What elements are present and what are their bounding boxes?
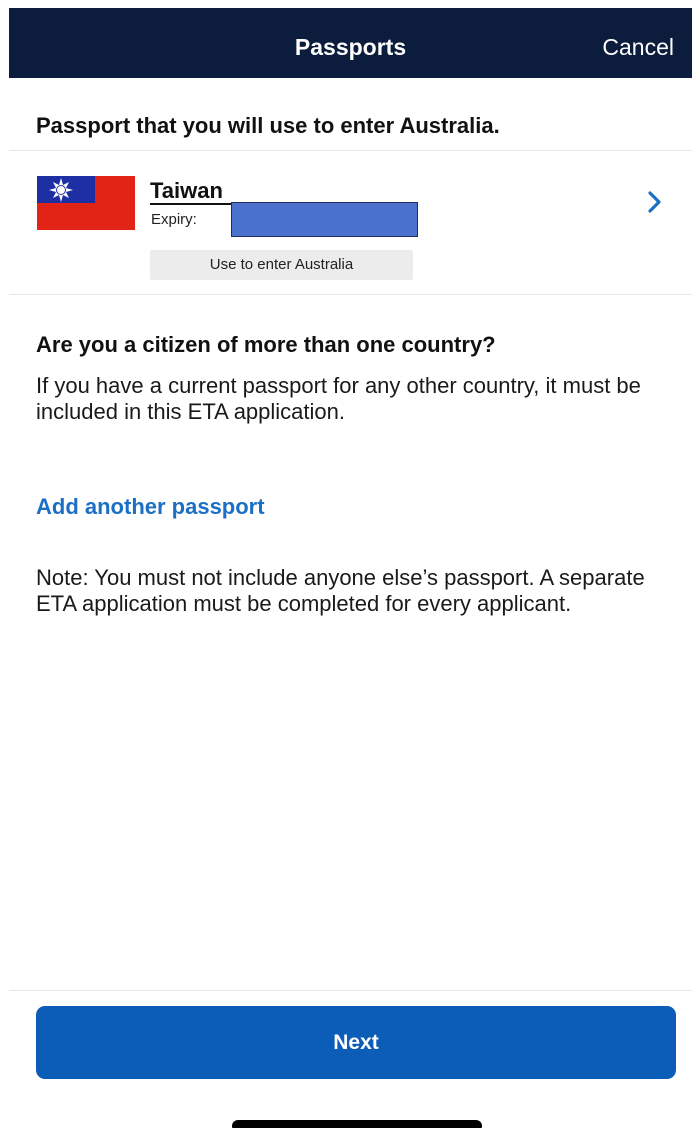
page-title: Passports [294,34,407,60]
expiry-redaction-box [231,202,418,237]
cancel-button[interactable]: Cancel [602,8,674,78]
passport-country-name: Taiwan [150,178,223,203]
expiry-label: Expiry: [151,211,197,228]
divider [9,294,692,295]
passports-screen: Passports Cancel Passport that you will … [0,0,692,1128]
use-to-enter-badge: Use to enter Australia [150,250,413,280]
divider [9,990,692,991]
home-indicator [232,1120,482,1128]
add-another-passport-link[interactable]: Add another passport [36,494,265,520]
chevron-right-icon [648,191,661,213]
note-text: Note: You must not include anyone else’s… [36,565,645,616]
passport-section-heading: Passport that you will use to enter Aust… [36,113,500,138]
passport-list-item[interactable]: Taiwan Expiry: Use to enter Australia [9,151,692,293]
next-button[interactable]: Next [36,1006,676,1079]
citizenship-body-text: If you have a current passport for any o… [36,373,641,424]
taiwan-flag-icon [37,176,135,230]
sun-icon [49,178,73,202]
flag-canton [37,176,95,203]
citizenship-heading: Are you a citizen of more than one count… [36,332,496,357]
navigation-bar: Passports Cancel [9,8,692,78]
